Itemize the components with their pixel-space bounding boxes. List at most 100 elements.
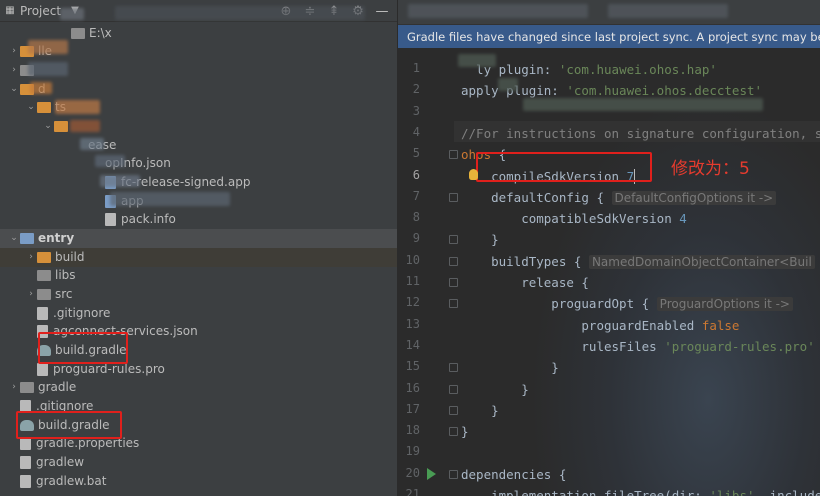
chevron-down-icon[interactable]: ⌄	[42, 121, 54, 131]
folder-icon	[20, 232, 34, 244]
fold-marker-icon[interactable]	[449, 427, 458, 437]
code-line: dependencies {	[461, 467, 566, 482]
tree-item[interactable]: fc-release-signed.app	[0, 173, 397, 192]
chevron-right-icon[interactable]: ›	[25, 252, 37, 262]
tree-item-label: E:\x	[89, 26, 112, 41]
file-icon	[37, 362, 48, 376]
line-number: 4	[412, 124, 420, 139]
redacted-region	[28, 40, 68, 54]
code-token: defaultConfig {	[461, 189, 612, 205]
line-number: 15	[405, 359, 420, 374]
redacted-region	[28, 62, 68, 76]
code-token: 'proguard-rules.pro'	[664, 338, 815, 354]
code-token: }	[461, 232, 499, 248]
redacted-region	[55, 100, 100, 114]
redacted-region	[95, 155, 125, 167]
chevron-down-icon[interactable]: ⌄	[8, 84, 20, 94]
code-token: 4	[679, 211, 687, 227]
gradle-sync-notice[interactable]: Gradle files have changed since last pro…	[398, 25, 820, 48]
folder-icon	[37, 101, 51, 113]
line-number: 3	[412, 103, 420, 118]
fold-marker-icon[interactable]	[449, 150, 458, 160]
file-icon	[20, 455, 31, 469]
code-line: //For instructions on signature configur…	[461, 126, 820, 141]
code-line: }	[461, 424, 469, 439]
code-editor[interactable]: Gradle files have changed since last pro…	[398, 0, 820, 496]
chevron-right-icon[interactable]: ›	[8, 46, 20, 56]
line-number: 6	[412, 167, 420, 182]
fold-marker-icon[interactable]	[449, 256, 458, 266]
tree-item[interactable]: pack.info	[0, 210, 397, 229]
fold-marker-icon[interactable]	[449, 469, 458, 479]
code-line: }	[461, 232, 499, 247]
tree-item-label: libs	[55, 268, 76, 283]
code-line: }	[461, 382, 529, 397]
fold-marker-icon[interactable]	[449, 405, 458, 415]
tree-item[interactable]: opInfo.json	[0, 154, 397, 173]
fold-marker-icon[interactable]	[449, 384, 458, 394]
line-number: 5	[412, 146, 420, 161]
fold-marker-icon[interactable]	[449, 192, 458, 202]
chevron-right-icon[interactable]: ›	[8, 65, 20, 75]
tree-item[interactable]: libs	[0, 266, 397, 285]
code-token: }	[461, 381, 529, 397]
fold-marker-icon[interactable]	[449, 235, 458, 245]
run-gutter-icon[interactable]	[427, 467, 436, 480]
code-token: }	[461, 424, 469, 440]
code-token: , include	[754, 488, 820, 496]
tree-item[interactable]: › build	[0, 248, 397, 267]
fold-marker-icon[interactable]	[449, 299, 458, 309]
redacted-region	[110, 192, 230, 206]
chevron-down-icon[interactable]: ⌄	[25, 102, 37, 112]
intention-bulb-icon[interactable]	[469, 168, 478, 180]
line-number: 19	[405, 444, 420, 459]
chevron-right-icon[interactable]: ›	[25, 289, 37, 299]
tree-item-label: entry	[38, 231, 75, 246]
line-number: 9	[412, 231, 420, 246]
redacted-region	[60, 8, 84, 20]
tree-item-label: gradlew	[36, 455, 85, 470]
code-line: defaultConfig { DefaultConfigOptions it …	[461, 189, 777, 205]
tree-item[interactable]: ease	[0, 136, 397, 155]
code-line: compatibleSdkVersion 4	[461, 211, 687, 226]
folder-icon	[37, 251, 51, 263]
line-number: 12	[405, 295, 420, 310]
line-number: 14	[405, 337, 420, 352]
tree-item[interactable]: › gradle	[0, 378, 397, 397]
chevron-down-icon[interactable]: ⌄	[8, 233, 20, 243]
chevron-right-icon[interactable]: ›	[8, 382, 20, 392]
file-icon	[20, 474, 31, 488]
hide-icon[interactable]: —	[373, 2, 391, 20]
tree-item[interactable]: ⌄	[0, 117, 397, 136]
highlight-box-entry-build-gradle	[38, 332, 128, 364]
project-view-icon: ▦	[5, 5, 15, 16]
code-token: implementation fileTree(	[461, 488, 672, 496]
redacted-tab	[408, 4, 588, 18]
folder-icon	[37, 269, 51, 281]
code-line: }	[461, 360, 559, 375]
code-token: }	[461, 402, 499, 418]
code-line: proguardOpt { ProguardOptions it ->	[461, 296, 793, 312]
tree-item-label: proguard-rules.pro	[53, 362, 165, 377]
code-token: release {	[461, 275, 589, 290]
line-number: 8	[412, 210, 420, 225]
tree-item[interactable]: gradlew.bat	[0, 472, 397, 491]
fold-marker-icon[interactable]	[449, 278, 458, 287]
folder-icon	[20, 381, 34, 393]
fold-marker-icon[interactable]	[449, 363, 458, 373]
code-line: implementation fileTree(dir: 'libs', inc…	[461, 488, 820, 496]
highlight-box-root-build-gradle	[16, 411, 122, 439]
code-token: rulesFiles	[461, 338, 665, 354]
code-line: buildTypes { NamedDomainObjectContainer<…	[461, 254, 815, 269]
project-panel-title[interactable]: Project	[20, 4, 61, 18]
tree-item[interactable]: › src	[0, 285, 397, 304]
tree-item-label: src	[55, 287, 73, 302]
redacted-region	[115, 6, 365, 20]
tree-item[interactable]: ⌄d	[0, 80, 397, 99]
tree-item-label: gradle	[38, 380, 77, 395]
tree-item[interactable]: ⌄ entry	[0, 229, 397, 248]
tree-item[interactable]: .gitignore	[0, 304, 397, 323]
tree-item[interactable]: gradlew	[0, 453, 397, 472]
inlay-hint: NamedDomainObjectContainer<Buil	[588, 254, 815, 269]
line-number: 13	[405, 316, 420, 331]
